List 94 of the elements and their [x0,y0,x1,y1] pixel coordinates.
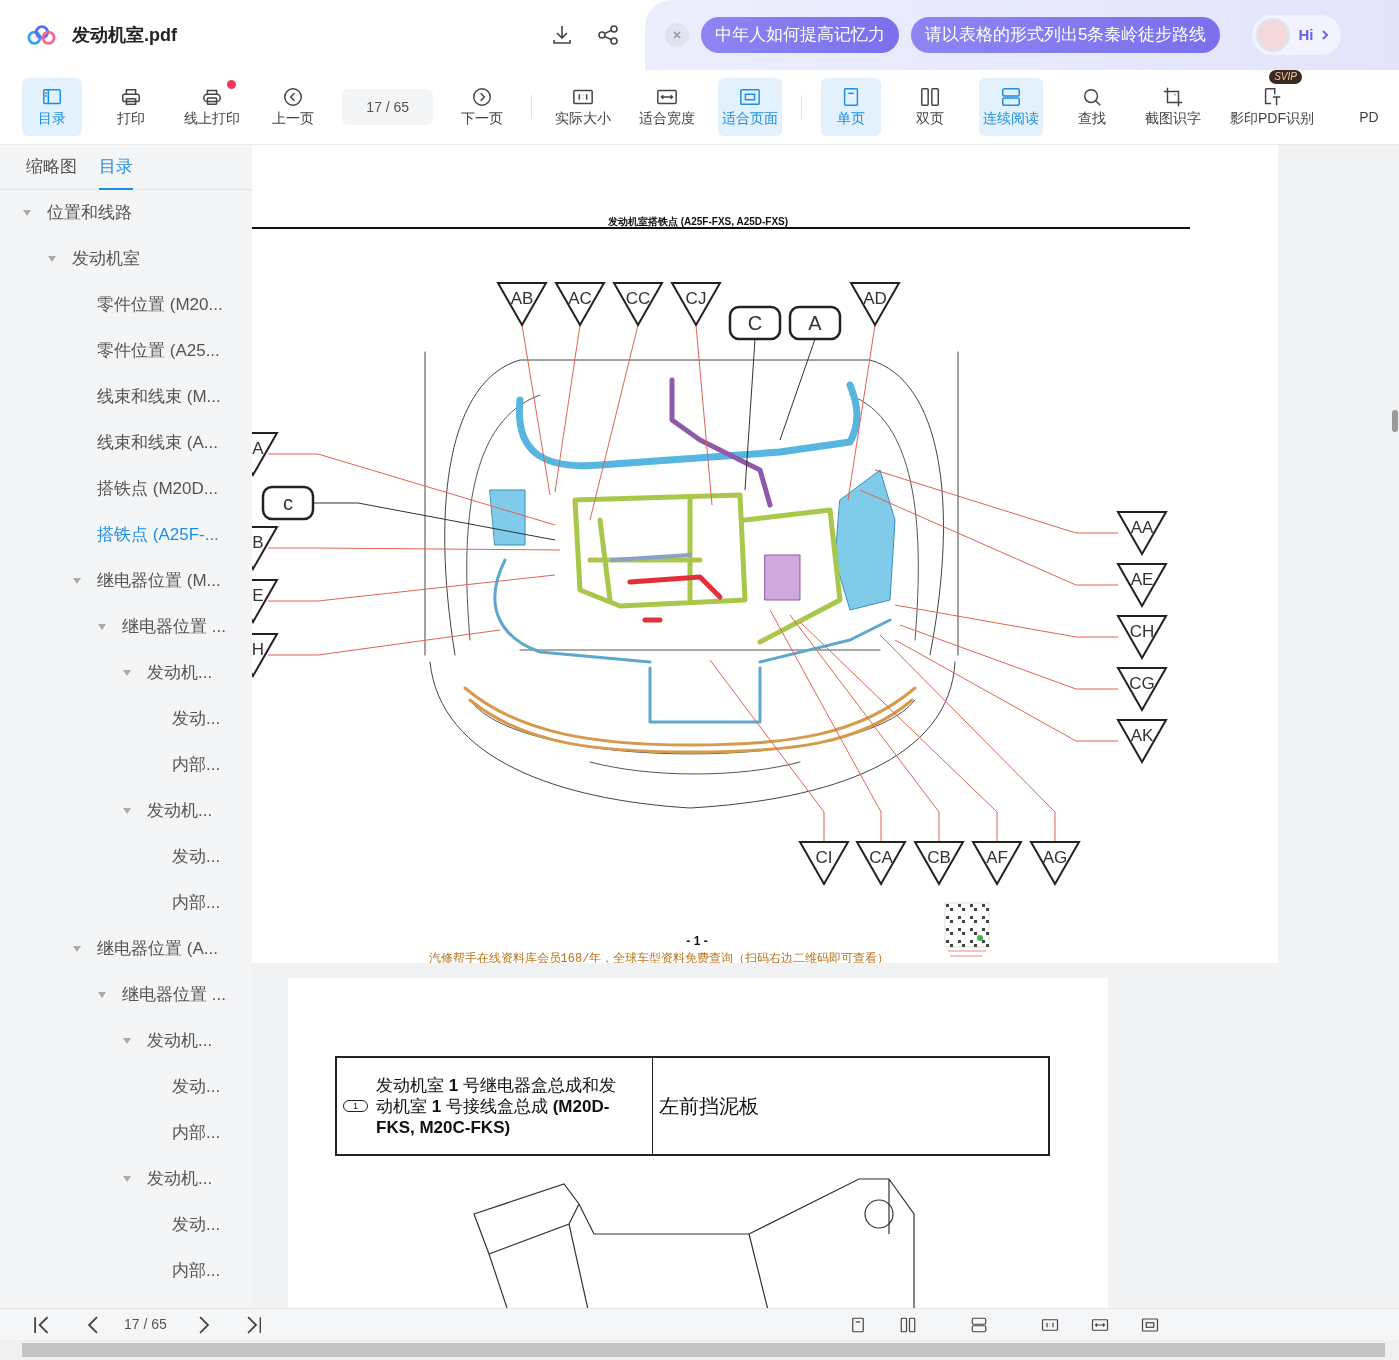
part-name: 发动机室 1 号继电器盒总成和发动机室 1 号接线盒总成 (M20D-FKS, M20C-FKS) [376,1074,617,1138]
ground-point-marker: AG [1029,841,1081,886]
ground-point-marker: CC [612,282,664,327]
connector-tag: A [788,305,842,341]
first-page-icon [33,1315,49,1334]
tree-item[interactable]: 发动... [0,1064,252,1110]
ground-point-marker: CI [798,841,850,886]
caret-icon [72,577,82,585]
qr-code-drawing [944,902,990,957]
ground-point-marker: AK [1116,719,1168,764]
caret-icon [22,209,32,217]
continuous-pages-icon [999,85,1022,108]
ground-point-marker: B [252,526,279,571]
tree-item[interactable]: 内部... [0,1110,252,1156]
ground-point-marker: CJ [670,282,722,327]
ground-point-marker: AF [971,841,1023,886]
tree-item[interactable]: 发动... [0,1202,252,1248]
page-number-field[interactable]: 17 / 65 [342,89,434,125]
tree-item[interactable]: 继电器位置 (A... [0,926,252,972]
caret-icon [122,1037,132,1045]
tree-item[interactable]: 继电器位置 ... [0,604,252,650]
chevron-right-circle-icon [471,85,494,108]
ground-point-marker: CA [855,841,907,886]
tree-item[interactable]: 搭铁点 (M20D... [0,466,252,512]
assistant-button[interactable]: Hi [1252,15,1342,55]
caret-icon [47,255,57,263]
tree-item[interactable]: 发动... [0,696,252,742]
last-page-icon [246,1315,262,1334]
tree-item[interactable]: 线束和线束 (A... [0,420,252,466]
connector-tag: c [261,485,315,521]
vertical-scrollbar[interactable] [1392,410,1398,432]
tree-item[interactable]: 位置和线路 [0,190,252,236]
tree-item[interactable]: 内部... [0,880,252,926]
toolbar-button[interactable]: PD [1338,78,1399,136]
caret-icon [122,807,132,815]
tree-item[interactable]: 发动机... [0,1156,252,1202]
horizontal-scrollbar[interactable] [22,1343,1385,1357]
ground-point-marker: AC [554,282,606,327]
chevron-left-icon [87,1315,99,1334]
toolbar-button[interactable]: 上一页 [263,78,324,136]
chevron-right-icon [1321,29,1330,41]
ground-point-marker: E [252,579,279,624]
connector-tag: C [728,305,782,341]
document-title: 发动机室.pdf [72,23,177,47]
caret-icon [72,945,82,953]
toolbar-button[interactable]: 打印 [101,78,161,136]
toolbar-button[interactable]: 适合宽度 [634,78,699,136]
vip-badge: SVIP [1269,70,1302,84]
close-icon [672,30,682,40]
chevron-left-circle-icon [282,85,305,108]
toolbar-button[interactable]: 线上打印 [180,78,245,136]
fit-page-icon [1140,1315,1159,1334]
tree-item[interactable]: 发动机室 [0,236,252,282]
ground-point-marker: AA [1116,511,1168,556]
ground-point-marker: CB [913,841,965,886]
toolbar-button[interactable]: 查找 [1061,78,1122,136]
ground-point-marker: CH [1116,615,1168,660]
toolbar-button[interactable]: 双页 [899,78,960,136]
tree-item[interactable]: 零件位置 (M20... [0,282,252,328]
toolbar-button[interactable]: 下一页 [452,78,513,136]
share-icon [596,23,620,48]
caret-icon [97,623,107,631]
tree-item[interactable]: 线束和线束 (M... [0,374,252,420]
page-indicator: 17 / 65 [124,1315,167,1334]
toolbar-button[interactable]: 实际大小 [551,78,616,136]
ground-point-marker: AE [1116,563,1168,608]
tree-item[interactable]: 发动... [0,834,252,880]
caret-icon [97,991,107,999]
caret-icon [122,1175,132,1183]
tree-item[interactable]: 内部... [0,742,252,788]
tree-item[interactable]: 发动机... [0,1018,252,1064]
caret-icon [122,669,132,677]
tree-item[interactable]: 发动机... [0,650,252,696]
avatar [1256,18,1291,52]
page-number: - 1 - [686,934,708,948]
tree-item[interactable]: 内部... [0,1248,252,1294]
sidebar-tab[interactable]: 缩略图 [26,145,77,190]
page-heading: 发动机室搭铁点 (A25F-FXS, A25D-FXS) [607,216,789,227]
cloud-logo-icon [26,24,56,46]
ground-point-marker: CG [1116,667,1168,712]
tree-item[interactable]: 零件位置 (A25... [0,328,252,374]
toolbar-button[interactable]: 截图识字 [1140,78,1205,136]
double-page-icon [918,85,941,108]
tree-item[interactable]: 继电器位置 ... [0,972,252,1018]
continuous-pages-icon [969,1315,988,1334]
ground-point-marker: AB [496,282,548,327]
chevron-right-icon [198,1315,209,1334]
tree-item[interactable]: 继电器位置 (M... [0,558,252,604]
ground-point-marker: H [252,633,279,678]
double-page-icon [898,1315,917,1334]
ground-point-marker: A [252,432,279,477]
crop-icon [1161,85,1184,108]
tree-item[interactable]: 发动机... [0,788,252,834]
ground-point-marker: AD [849,282,901,327]
